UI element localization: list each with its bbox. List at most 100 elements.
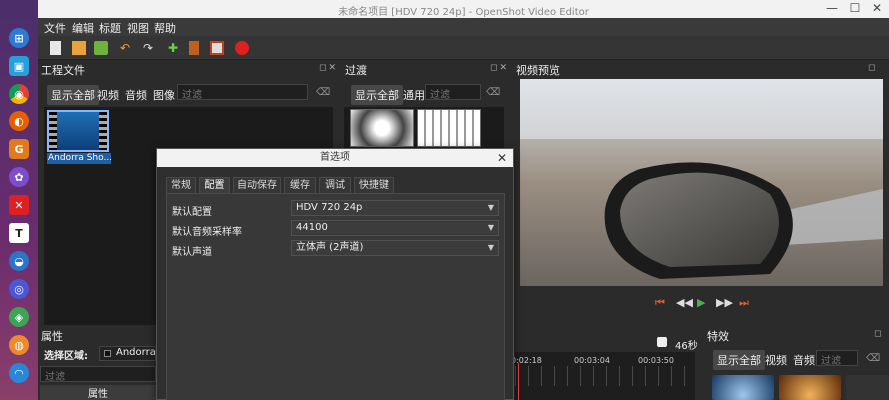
effect-filter-video[interactable]: 视频 bbox=[761, 350, 791, 370]
video-preview-title: 视频预览 bbox=[516, 64, 560, 77]
effect-filter-audio[interactable]: 音频 bbox=[789, 350, 819, 370]
xmind-icon[interactable]: ✕ bbox=[9, 195, 29, 215]
music-icon[interactable]: ◎ bbox=[9, 279, 29, 299]
tab-general[interactable]: 常规 bbox=[166, 177, 196, 193]
chevron-down-icon: ▼ bbox=[487, 203, 494, 212]
typora-icon[interactable]: T bbox=[9, 223, 29, 243]
selection-label: 选择区域: bbox=[44, 351, 88, 362]
transition-thumbnail[interactable] bbox=[417, 109, 481, 147]
menu-help[interactable]: 帮助 bbox=[154, 20, 176, 36]
preferences-dialog: 首选项 ✕ 常规 配置 自动保存 缓存 调试 快捷键 默认配置 HDV 720 … bbox=[156, 148, 514, 400]
chrome-icon[interactable]: ◉ bbox=[9, 84, 29, 104]
import-files-icon[interactable]: ✚ bbox=[166, 41, 180, 55]
open-project-icon[interactable] bbox=[72, 41, 86, 55]
menu-view[interactable]: 视图 bbox=[127, 20, 149, 36]
dialog-close-icon[interactable]: ✕ bbox=[497, 149, 507, 167]
default-channels-select[interactable]: 立体声 (2声道) ▼ bbox=[291, 240, 499, 256]
selection-swatch bbox=[104, 350, 111, 357]
main-toolbar: ↶ ↷ ✚ bbox=[38, 36, 889, 60]
tab-autosave[interactable]: 自动保存 bbox=[233, 177, 281, 193]
maps-icon[interactable]: ◈ bbox=[9, 307, 29, 327]
gimp-icon[interactable]: G bbox=[9, 139, 29, 159]
project-files-title: 工程文件 bbox=[41, 64, 85, 77]
clip-thumbnail[interactable] bbox=[47, 110, 109, 152]
effect-thumbnail[interactable] bbox=[712, 375, 774, 400]
close-icon[interactable]: ✕ bbox=[870, 1, 884, 15]
menu-bar: 文件 编辑 标题 视图 帮助 bbox=[38, 18, 889, 36]
properties-column-header: 属性 bbox=[40, 385, 156, 400]
menu-edit[interactable]: 编辑 bbox=[72, 20, 94, 36]
clip-label[interactable]: Andorra Sho... bbox=[47, 153, 111, 164]
project-filter-all[interactable]: 显示全部 bbox=[47, 85, 99, 105]
default-channels-label: 默认声道 bbox=[172, 247, 212, 258]
preview-panel-buttons[interactable]: ◻ bbox=[868, 63, 877, 73]
timeline-ruler bbox=[515, 366, 695, 386]
transition-filter-input[interactable]: 过滤 bbox=[425, 84, 481, 101]
save-project-icon[interactable] bbox=[94, 41, 108, 55]
effect-thumbnail[interactable] bbox=[779, 375, 841, 400]
record-icon[interactable] bbox=[235, 41, 249, 55]
menu-title[interactable]: 标题 bbox=[99, 20, 121, 36]
clear-filter-icon[interactable]: ⌫ bbox=[316, 87, 330, 98]
effect-thumbnail[interactable] bbox=[846, 375, 889, 400]
project-panel-buttons[interactable]: ◻✕ bbox=[319, 63, 338, 73]
chat-icon[interactable]: ◍ bbox=[9, 335, 29, 355]
project-filter-video[interactable]: 视频 bbox=[93, 85, 123, 105]
effects-panel-buttons[interactable]: ◻ bbox=[874, 329, 883, 339]
video-preview-frame bbox=[520, 79, 883, 286]
redo-icon[interactable]: ↷ bbox=[141, 41, 155, 55]
effect-filter-all[interactable]: 显示全部 bbox=[713, 350, 765, 370]
profile-icon[interactable] bbox=[189, 41, 199, 55]
timeline-tick: 00:03:50 bbox=[638, 356, 674, 365]
chevron-down-icon: ▼ bbox=[487, 243, 494, 252]
jump-end-icon[interactable]: ⏭ bbox=[739, 296, 749, 310]
fullscreen-icon[interactable] bbox=[210, 41, 224, 55]
effects-title: 特效 bbox=[707, 330, 729, 343]
tab-profile[interactable]: 配置 bbox=[199, 177, 230, 193]
settings-icon[interactable]: ✿ bbox=[9, 167, 29, 187]
transition-thumbnail[interactable] bbox=[350, 109, 414, 147]
store-icon[interactable]: ▣ bbox=[9, 56, 29, 76]
chevron-down-icon: ▼ bbox=[487, 223, 494, 232]
undo-icon[interactable]: ↶ bbox=[118, 41, 132, 55]
timeline-duration: 46秒 bbox=[675, 341, 698, 352]
transitions-title: 过渡 bbox=[345, 64, 367, 77]
tab-cache[interactable]: 缓存 bbox=[284, 177, 316, 193]
default-sample-rate-label: 默认音频采样率 bbox=[172, 227, 242, 238]
launcher-dock: ⊞ ▣ ◉ ◐ G ✿ ✕ T ◒ ◎ ◈ ◍ ◠ bbox=[0, 0, 38, 400]
project-filter-audio[interactable]: 音频 bbox=[121, 85, 151, 105]
minimize-icon[interactable]: — bbox=[825, 1, 839, 15]
jump-start-icon[interactable]: ⏮ bbox=[655, 296, 665, 310]
tab-shortcuts[interactable]: 快捷键 bbox=[354, 177, 394, 193]
project-filter-image[interactable]: 图像 bbox=[149, 85, 179, 105]
fast-forward-icon[interactable]: ▶▶ bbox=[716, 296, 733, 309]
window-title: 未命名项目 [HDV 720 24p] - OpenShot Video Edi… bbox=[338, 7, 589, 18]
apps-icon[interactable]: ⊞ bbox=[9, 28, 29, 48]
properties-filter-input[interactable]: 过滤 bbox=[40, 366, 156, 383]
maximize-icon[interactable]: ☐ bbox=[848, 1, 862, 15]
menu-file[interactable]: 文件 bbox=[44, 20, 66, 36]
firefox-icon[interactable]: ◐ bbox=[9, 111, 29, 131]
timeline-tick: 00:03:04 bbox=[574, 356, 610, 365]
wifi-icon[interactable]: ◠ bbox=[9, 363, 29, 383]
transition-filter-all[interactable]: 显示全部 bbox=[351, 85, 403, 105]
window-titlebar: 未命名项目 [HDV 720 24p] - OpenShot Video Edi… bbox=[38, 0, 889, 18]
snap-checkbox[interactable] bbox=[657, 337, 667, 347]
clear-filter-icon[interactable]: ⌫ bbox=[866, 353, 880, 364]
timeline-playhead[interactable] bbox=[518, 363, 519, 400]
clear-filter-icon[interactable]: ⌫ bbox=[486, 87, 500, 98]
default-profile-select[interactable]: HDV 720 24p ▼ bbox=[291, 200, 499, 216]
new-project-icon[interactable] bbox=[50, 41, 61, 55]
default-sample-rate-select[interactable]: 44100 ▼ bbox=[291, 220, 499, 236]
tab-debug[interactable]: 调试 bbox=[319, 177, 351, 193]
dialog-title: 首选项 bbox=[157, 149, 513, 167]
terminal-icon[interactable]: ◒ bbox=[9, 251, 29, 271]
transitions-panel-buttons[interactable]: ◻✕ bbox=[490, 63, 509, 73]
default-profile-label: 默认配置 bbox=[172, 207, 212, 218]
play-icon[interactable]: ▶ bbox=[697, 296, 705, 309]
properties-title: 属性 bbox=[41, 330, 63, 343]
project-filter-input[interactable]: 过滤 bbox=[177, 84, 308, 101]
effect-filter-input[interactable]: 过滤 bbox=[816, 350, 858, 367]
rewind-icon[interactable]: ◀◀ bbox=[676, 296, 693, 309]
timeline-tick: 0:02:18 bbox=[511, 356, 542, 365]
